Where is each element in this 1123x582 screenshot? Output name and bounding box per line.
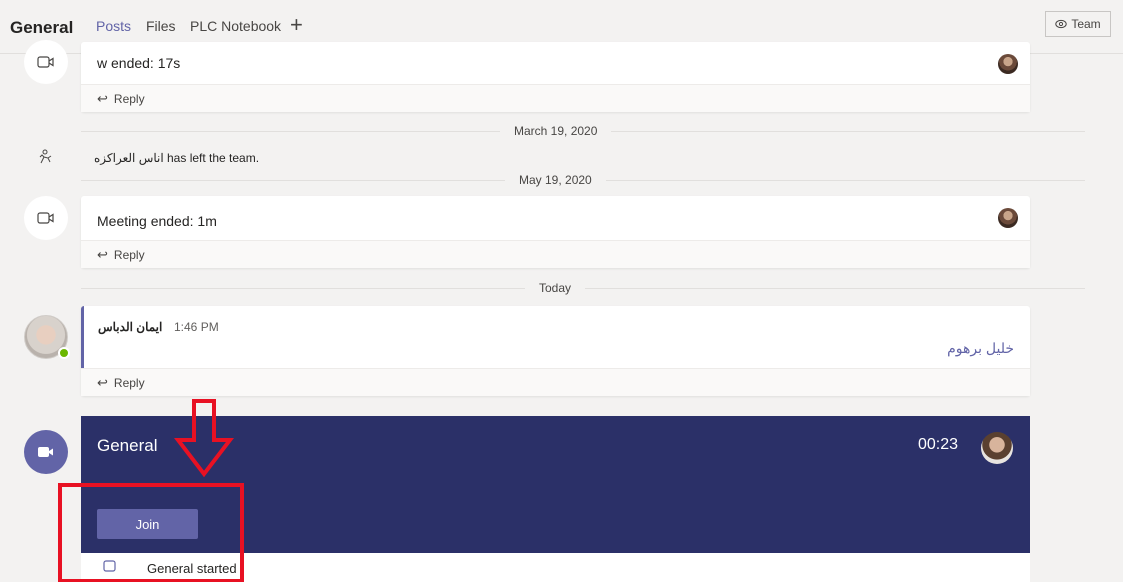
reply-label: Reply	[113, 375, 145, 390]
reply-arrow-icon: ↩	[97, 90, 108, 106]
presence-available-icon	[58, 347, 70, 359]
avatar	[981, 432, 1013, 464]
eye-icon	[1055, 19, 1068, 29]
reply-button[interactable]: ↩ Reply	[81, 84, 1030, 112]
date-divider-label: March 19, 2020	[500, 124, 612, 138]
post-card: ايمان الدباس 1:46 PM خليل برهوم ↩ Reply	[81, 306, 1030, 396]
annotation-highlight-box	[58, 483, 244, 582]
reply-label: Reply	[113, 91, 145, 106]
tab-posts[interactable]: Posts	[96, 18, 131, 34]
team-button[interactable]: Team	[1045, 11, 1111, 37]
post-body: خليل برهوم	[947, 340, 1014, 356]
avatar	[998, 208, 1018, 228]
channel-name: General	[10, 18, 74, 37]
video-camera-icon	[38, 447, 53, 457]
tab-plc-notebook[interactable]: PLC Notebook	[190, 18, 281, 34]
avatar	[998, 54, 1018, 74]
meeting-icon-circle	[24, 430, 68, 474]
video-camera-icon	[37, 56, 54, 68]
date-divider-label: May 19, 2020	[505, 173, 606, 187]
card-title: w ended: 17s	[97, 55, 181, 71]
teams-window: General Posts Files PLC Notebook + Team …	[0, 0, 1123, 582]
post-author: ايمان الدباس	[98, 320, 163, 334]
reply-button[interactable]: ↩ Reply	[81, 240, 1030, 268]
tab-files[interactable]: Files	[146, 18, 176, 34]
annotation-down-arrow	[174, 399, 234, 478]
meeting-icon-circle	[24, 196, 68, 240]
team-button-label: Team	[1071, 17, 1101, 31]
reply-arrow-icon: ↩	[97, 374, 108, 390]
person-leave-icon	[38, 149, 54, 170]
meeting-timer: 00:23	[917, 436, 958, 453]
reply-arrow-icon: ↩	[97, 246, 108, 262]
meeting-ended-card: Meeting ended: 1m ↩ Reply	[81, 196, 1030, 268]
system-message: اناس العراكزه has left the team.	[94, 151, 260, 165]
meeting-title: General	[97, 436, 158, 455]
date-divider-label: Today	[525, 281, 586, 295]
post-timestamp: 1:46 PM	[174, 320, 219, 334]
video-camera-icon	[37, 212, 54, 224]
meeting-ended-card-top: w ended: 17s ↩ Reply	[81, 42, 1030, 112]
add-tab-button[interactable]: +	[290, 12, 303, 38]
card-title: Meeting ended: 1m	[97, 213, 217, 229]
reply-label: Reply	[113, 247, 145, 262]
meeting-icon-circle	[24, 40, 68, 84]
reply-button[interactable]: ↩ Reply	[81, 368, 1030, 396]
